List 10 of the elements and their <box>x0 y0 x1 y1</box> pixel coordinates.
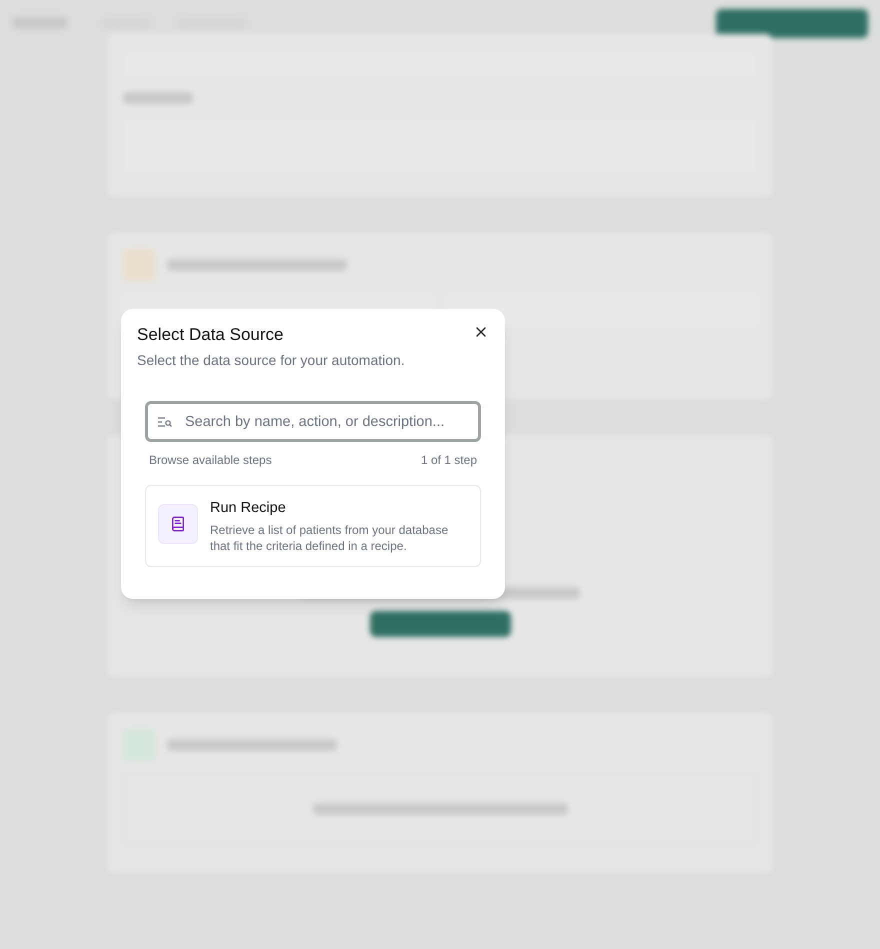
step-description: Retrieve a list of patients from your database that fit the criteria defined in a recipe. <box>210 522 450 554</box>
search-field[interactable]: Search by name, action, or description... <box>145 401 481 442</box>
dialog-title: Select Data Source <box>137 324 284 346</box>
step-title: Run Recipe <box>210 499 287 518</box>
step-item[interactable]: Run Recipe Retrieve a list of patients from your database that fit the criteria defined in a recipe. <box>145 485 481 567</box>
filter-search-icon <box>158 417 172 427</box>
list-label: Browse available steps <box>149 452 272 469</box>
result-count: 1 of 1 step <box>420 452 477 469</box>
dialog-subtitle: Select the data source for your automation. <box>137 351 406 370</box>
book-icon <box>158 504 198 544</box>
